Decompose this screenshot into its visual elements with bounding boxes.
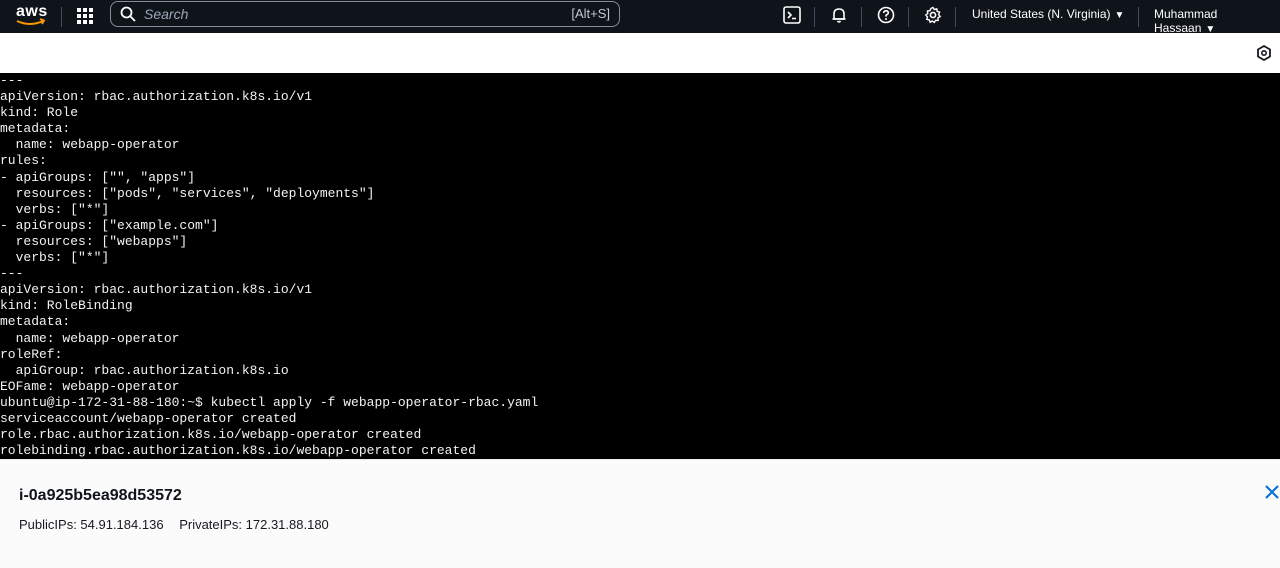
hexagon-settings-icon[interactable]: [1256, 44, 1272, 62]
gear-icon[interactable]: [923, 5, 943, 25]
search-shortcut-hint: [Alt+S]: [571, 6, 610, 21]
terminal-line: ---: [0, 266, 24, 282]
terminal-output: --- apiVersion: rbac.authorization.k8s.io…: [0, 73, 1280, 459]
region-selector[interactable]: United States (N. Virginia) ▼: [972, 7, 1124, 21]
terminal-line: verbs: ["*"]: [0, 201, 110, 217]
public-ips: PublicIPs: 54.91.184.136: [19, 517, 164, 532]
terminal-line: name: webapp-operator: [0, 330, 180, 346]
terminal-line: resources: ["pods", "services", "deploym…: [0, 185, 375, 201]
nav-divider: [1138, 7, 1139, 27]
terminal-line: EOFame: webapp-operator: [0, 378, 180, 394]
terminal-line: apiVersion: rbac.authorization.k8s.io/v1: [0, 89, 313, 105]
terminal-line: - apiGroups: ["", "apps"]: [0, 169, 196, 185]
terminal-line: kind: RoleBinding: [0, 298, 133, 314]
terminal-line: metadata:: [0, 121, 71, 137]
apps-grid-icon[interactable]: [77, 8, 93, 24]
terminal-line: verbs: ["*"]: [0, 250, 110, 266]
terminal-line: apiVersion: rbac.authorization.k8s.io/v1: [0, 282, 313, 298]
terminal-line: serviceaccount/webapp-operator created: [0, 410, 297, 426]
account-menu[interactable]: Muhammad Hassaan ▼: [1154, 7, 1280, 35]
nav-divider: [861, 7, 862, 27]
instance-ips: PublicIPs: 54.91.184.136 PrivateIPs: 172…: [19, 517, 329, 532]
bell-icon[interactable]: [829, 5, 849, 25]
nav-divider: [61, 7, 62, 27]
instance-id: i-0a925b5ea98d53572: [19, 487, 182, 504]
terminal-line: - apiGroups: ["example.com"]: [0, 217, 219, 233]
private-ips: PrivateIPs: 172.31.88.180: [179, 517, 329, 532]
search-bar[interactable]: [Alt+S]: [110, 1, 620, 27]
help-icon[interactable]: [876, 5, 896, 25]
terminal-line: rules:: [0, 153, 47, 169]
terminal-line: metadata:: [0, 314, 71, 330]
top-navigation: aws [Alt+S]: [0, 0, 1280, 35]
nav-divider: [955, 7, 956, 27]
search-input[interactable]: [142, 5, 546, 23]
nav-divider: [814, 7, 815, 27]
terminal-line: ubuntu@ip-172-31-88-180:~$ kubectl apply…: [0, 394, 539, 410]
nav-divider: [908, 7, 909, 27]
region-label: United States (N. Virginia): [972, 7, 1111, 21]
terminal-line: roleRef:: [0, 346, 63, 362]
cloudshell-icon[interactable]: [782, 5, 802, 25]
terminal-line: apiGroup: rbac.authorization.k8s.io: [0, 362, 289, 378]
terminal-window[interactable]: --- apiVersion: rbac.authorization.k8s.io…: [0, 73, 1280, 459]
aws-smile-icon: [16, 18, 46, 25]
terminal-line: ---: [0, 73, 24, 88]
instance-info-panel: i-0a925b5ea98d53572 PublicIPs: 54.91.184…: [0, 459, 1280, 568]
session-toolbar: [0, 33, 1280, 73]
aws-logo[interactable]: aws: [14, 3, 48, 29]
close-icon[interactable]: [1264, 484, 1280, 500]
terminal-line: rolebinding.rbac.authorization.k8s.io/we…: [0, 443, 476, 459]
caret-down-icon: ▼: [1114, 10, 1125, 21]
terminal-line: name: webapp-operator: [0, 137, 180, 153]
terminal-line: kind: Role: [0, 105, 79, 121]
search-icon: [120, 6, 136, 22]
terminal-line: role.rbac.authorization.k8s.io/webapp-op…: [0, 427, 422, 443]
terminal-line: resources: ["webapps"]: [0, 233, 188, 249]
